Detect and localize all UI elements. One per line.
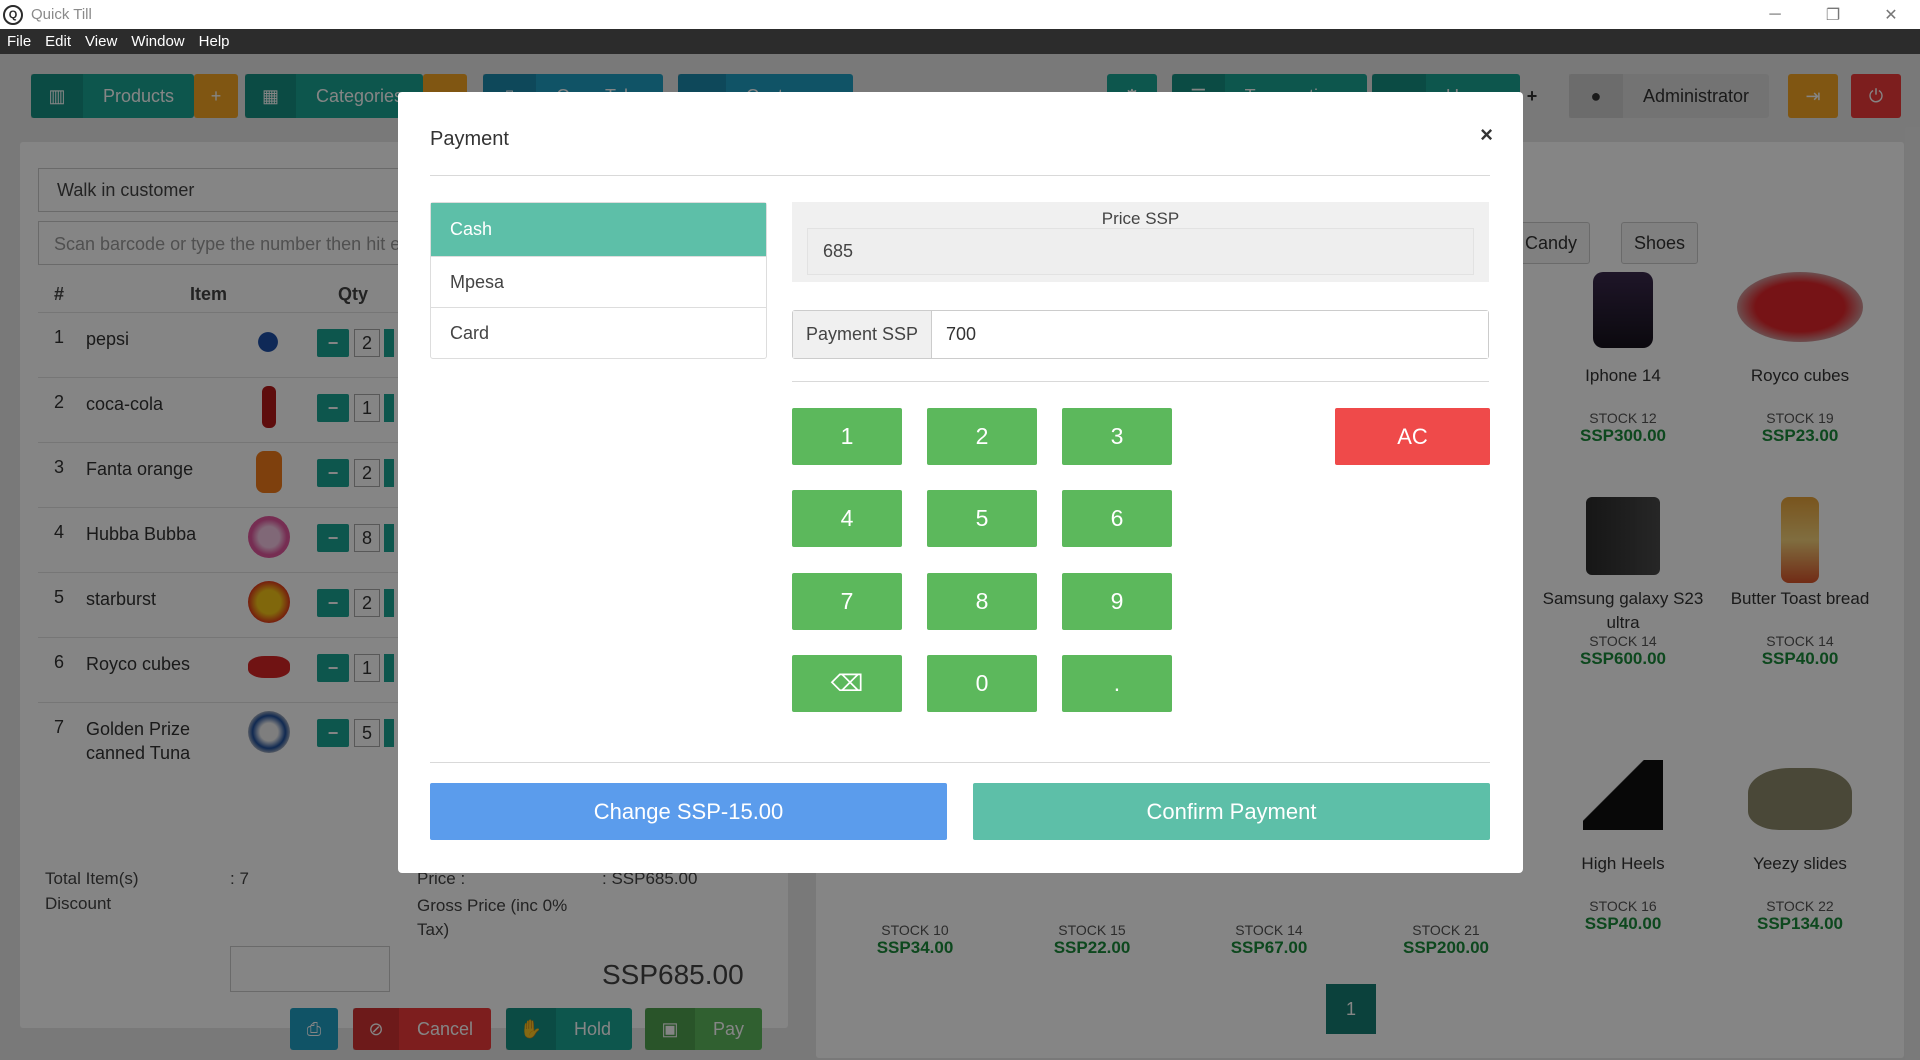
change-button[interactable]: Change SSP-15.00 [430,783,947,840]
keypad-key-5[interactable]: 5 [927,490,1037,547]
payment-method-list: Cash Mpesa Card [430,202,767,359]
price-box: Price SSP 685 [792,202,1489,282]
payment-method-mpesa[interactable]: Mpesa [431,256,766,307]
menu-file[interactable]: File [0,33,38,50]
keypad-key-2[interactable]: 2 [927,408,1037,465]
app-logo-icon: Q [3,4,23,25]
keypad-key-decimal[interactable]: . [1062,655,1172,712]
keypad-key-8[interactable]: 8 [927,573,1037,630]
window-controls: ─ ❐ ✕ [1746,0,1920,29]
menu-bar: File Edit View Window Help [0,29,1920,54]
restore-button[interactable]: ❐ [1804,0,1862,29]
keypad-key-9[interactable]: 9 [1062,573,1172,630]
price-field: 685 [807,228,1474,275]
payment-input-group: Payment SSP 700 [792,310,1489,359]
keypad-key-6[interactable]: 6 [1062,490,1172,547]
keypad-key-1[interactable]: 1 [792,408,902,465]
backspace-icon[interactable]: ⌫ [792,655,902,712]
keypad-key-4[interactable]: 4 [792,490,902,547]
menu-window[interactable]: Window [124,33,191,50]
keypad-key-3[interactable]: 3 [1062,408,1172,465]
footer-divider [430,762,1490,763]
keypad-divider [792,381,1489,382]
window-title: Quick Till [31,6,92,23]
menu-help[interactable]: Help [192,33,237,50]
menu-view[interactable]: View [78,33,124,50]
payment-method-cash[interactable]: Cash [431,203,766,256]
payment-input[interactable]: 700 [932,311,1488,358]
close-window-button[interactable]: ✕ [1862,0,1920,29]
close-icon[interactable]: × [1480,122,1493,148]
minimize-button[interactable]: ─ [1746,0,1804,29]
keypad-key-0[interactable]: 0 [927,655,1037,712]
price-label: Price SSP [1101,209,1180,228]
confirm-payment-button[interactable]: Confirm Payment [973,783,1490,840]
modal-title: Payment [430,128,509,150]
payment-modal: Payment × Cash Mpesa Card Price SSP 685 … [398,92,1523,873]
keypad-key-7[interactable]: 7 [792,573,902,630]
window-titlebar: Q Quick Till ─ ❐ ✕ [0,0,1920,29]
payment-label: Payment SSP [793,311,932,358]
modal-divider [430,175,1490,176]
clear-all-button[interactable]: AC [1335,408,1490,465]
menu-edit[interactable]: Edit [38,33,78,50]
payment-method-card[interactable]: Card [431,307,766,358]
